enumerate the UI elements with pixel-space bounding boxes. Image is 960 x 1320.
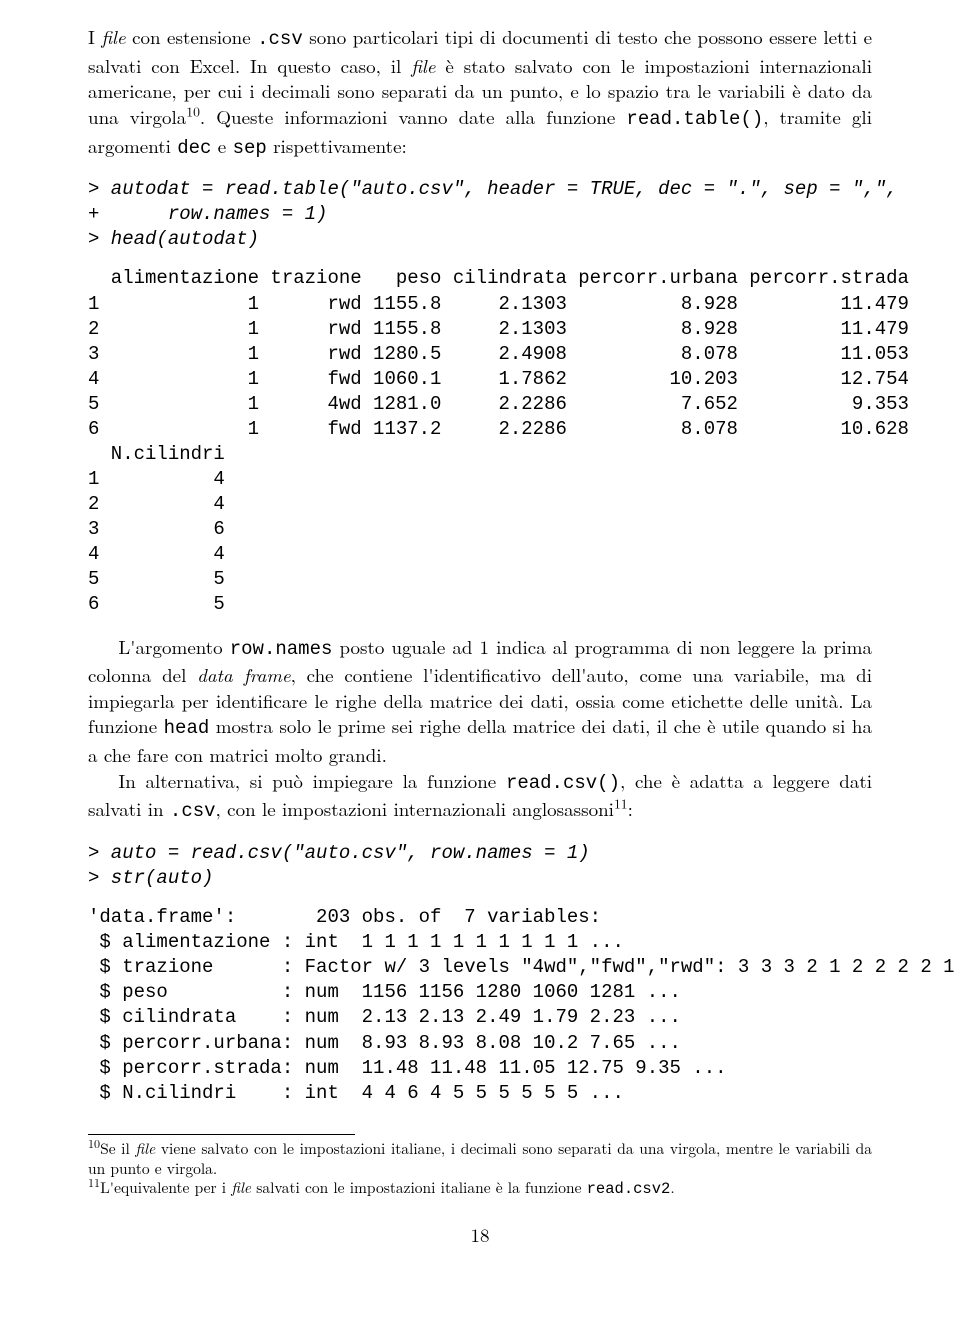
footnote-num: 10	[88, 1134, 100, 1152]
t: e	[211, 132, 232, 159]
footnote-ref-11: 11	[614, 794, 628, 813]
paragraph-2: L'argomento row.names posto uguale ad 1 …	[88, 634, 872, 768]
t: file	[101, 23, 125, 50]
t: sep	[233, 137, 267, 159]
t: con estensione	[126, 23, 258, 50]
code-block-1: > autodat = read.table("auto.csv", heade…	[88, 177, 872, 252]
paragraph-1: I file con estensione .csv sono particol…	[88, 24, 872, 161]
t: , con le impostazioni internazionali ang…	[216, 795, 614, 822]
t: L'argomento	[118, 633, 229, 660]
paragraph-3: In alternativa, si può impiegare la funz…	[88, 768, 872, 825]
t: salvati con le impostazioni italiane è l…	[251, 1177, 587, 1198]
t: rispettivamente:	[267, 132, 407, 159]
code-block-2: > auto = read.csv("auto.csv", row.names …	[88, 841, 872, 891]
t: .csv	[170, 800, 216, 822]
t: read.csv2	[587, 1180, 671, 1198]
t: Se il	[100, 1138, 135, 1159]
footnote-num: 11	[88, 1173, 100, 1191]
t: .csv	[257, 28, 303, 50]
t: file	[135, 1138, 155, 1159]
t: read.csv()	[506, 772, 620, 794]
t: I	[88, 23, 101, 50]
t: head	[164, 717, 210, 739]
footnote-ref-10: 10	[186, 102, 200, 121]
t: file	[231, 1177, 251, 1198]
t: In alternativa, si può impiegare la funz…	[118, 767, 506, 794]
output-block-2: 'data.frame': 203 obs. of 7 variables: $…	[88, 905, 872, 1106]
t: data frame	[197, 661, 291, 688]
t: read.table()	[626, 108, 763, 130]
t: . Queste informazioni vanno date alla fu…	[200, 103, 627, 130]
footnote-10: 10Se il file viene salvato con le impost…	[88, 1139, 872, 1179]
footnote-11: 11L'equivalente per i file salvati con l…	[88, 1178, 872, 1200]
t: L'equivalente per i	[100, 1177, 231, 1198]
t: row.names	[230, 638, 333, 660]
t: :	[628, 795, 633, 822]
page-number: 18	[88, 1222, 872, 1248]
footnote-rule	[88, 1134, 355, 1135]
output-block-1: alimentazione trazione peso cilindrata p…	[88, 266, 872, 617]
t: file	[411, 52, 435, 79]
t: .	[670, 1177, 674, 1198]
t: dec	[177, 137, 211, 159]
t: viene salvato con le impostazioni italia…	[88, 1138, 872, 1179]
